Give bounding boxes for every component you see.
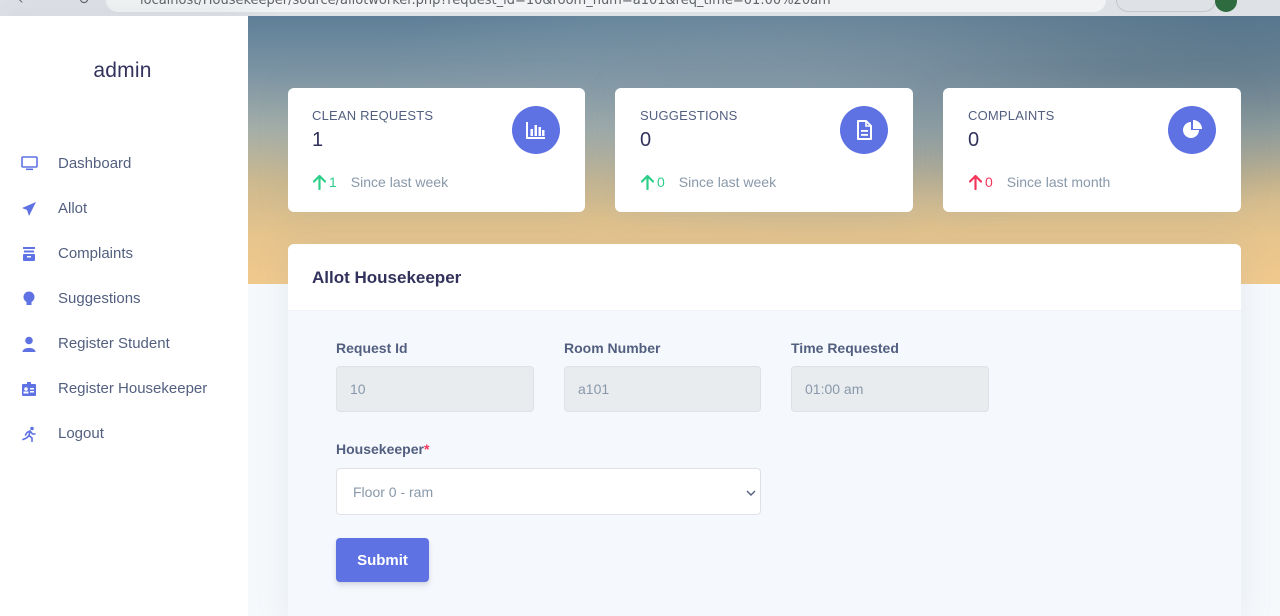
profile-avatar[interactable]	[1215, 0, 1237, 12]
browser-toolbar: ‹ ↻ localhost/Housekeeper/source/allotwo…	[0, 0, 1280, 16]
back-icon[interactable]: ‹	[18, 0, 24, 8]
badge-icon	[20, 380, 38, 398]
room-number-label: Room Number	[564, 340, 661, 356]
stat-title: COMPLAINTS	[968, 108, 1055, 123]
stat-footer: 0 Since last month	[968, 174, 1110, 190]
stat-card-suggestions: SUGGESTIONS 0 0 Since last week	[615, 88, 913, 212]
stat-title: CLEAN REQUESTS	[312, 108, 434, 123]
sidebar-item-label: Register Student	[58, 335, 170, 352]
stat-card-clean-requests: CLEAN REQUESTS 1 1 Since last week	[288, 88, 585, 212]
sidebar-item-complaints[interactable]: Complaints	[0, 231, 248, 276]
stat-value: 1	[312, 129, 324, 151]
stat-value: 0	[640, 129, 652, 151]
arrow-up-icon	[312, 174, 326, 190]
sidebar-item-label: Logout	[58, 425, 104, 442]
arrow-up-icon	[640, 174, 654, 190]
chevron-down-icon	[746, 485, 756, 501]
stat-footer: 0 Since last week	[640, 174, 776, 190]
sidebar-item-logout[interactable]: Logout	[0, 411, 248, 456]
card-body: Request Id 10 Room Number a101 Time Requ…	[288, 311, 1241, 616]
request-id-field: 10	[336, 366, 534, 412]
stat-change: 1	[329, 174, 337, 190]
sidebar-item-label: Dashboard	[58, 155, 132, 172]
user-icon	[20, 335, 38, 353]
housekeeper-select[interactable]: Floor 0 - ram	[336, 468, 761, 515]
sidebar-item-register-housekeeper[interactable]: Register Housekeeper	[0, 366, 248, 411]
paper-plane-icon	[20, 200, 38, 218]
sidebar-item-allot[interactable]: Allot	[0, 186, 248, 231]
stat-value: 0	[968, 129, 980, 151]
arrow-up-icon	[968, 174, 982, 190]
sidebar-item-suggestions[interactable]: Suggestions	[0, 276, 248, 321]
sidebar-item-label: Register Housekeeper	[58, 380, 208, 397]
stat-footer: 1 Since last week	[312, 174, 448, 190]
housekeeper-label-text: Housekeeper	[336, 441, 424, 457]
running-icon	[20, 425, 38, 443]
room-number-field: a101	[564, 366, 761, 412]
extensions-area[interactable]	[1116, 0, 1216, 12]
housekeeper-label: Housekeeper*	[336, 441, 429, 457]
stat-title: SUGGESTIONS	[640, 108, 738, 123]
stat-since: Since last week	[678, 174, 777, 190]
stat-change: 0	[657, 174, 665, 190]
bulb-icon	[20, 290, 38, 308]
archive-icon	[20, 245, 38, 263]
sidebar-item-label: Allot	[58, 200, 88, 217]
document-icon	[840, 106, 888, 154]
request-id-label: Request Id	[336, 340, 408, 356]
sidebar-item-label: Suggestions	[58, 290, 141, 307]
sidebar-item-dashboard[interactable]: Dashboard	[0, 141, 248, 186]
sidebar-item-label: Complaints	[58, 245, 134, 262]
sidebar-nav: Dashboard Allot Complaints Suggestions R…	[0, 141, 248, 456]
pie-chart-icon	[1168, 106, 1216, 154]
allot-housekeeper-card: Allot Housekeeper Request Id 10 Room Num…	[288, 244, 1241, 616]
submit-button[interactable]: Submit	[336, 538, 429, 582]
time-requested-label: Time Requested	[791, 340, 899, 356]
monitor-icon	[20, 155, 38, 173]
sidebar-item-register-student[interactable]: Register Student	[0, 321, 248, 366]
card-header: Allot Housekeeper	[288, 244, 1241, 311]
brand-title: admin	[93, 59, 152, 82]
stat-change: 0	[985, 174, 993, 190]
required-marker: *	[423, 441, 430, 457]
stat-card-complaints: COMPLAINTS 0 0 Since last month	[943, 88, 1241, 212]
reload-icon[interactable]: ↻	[78, 0, 90, 8]
housekeeper-selected-value: Floor 0 - ram	[353, 483, 434, 500]
address-bar-text: localhost/Housekeeper/source/allotworker…	[140, 0, 831, 8]
chart-bar-icon	[512, 106, 560, 154]
time-requested-field: 01:00 am	[791, 366, 989, 412]
sidebar: admin Dashboard Allot Complaints Suggest…	[0, 16, 248, 616]
stat-since: Since last week	[350, 174, 449, 190]
stat-since: Since last month	[1006, 174, 1111, 190]
card-title: Allot Housekeeper	[312, 268, 462, 287]
